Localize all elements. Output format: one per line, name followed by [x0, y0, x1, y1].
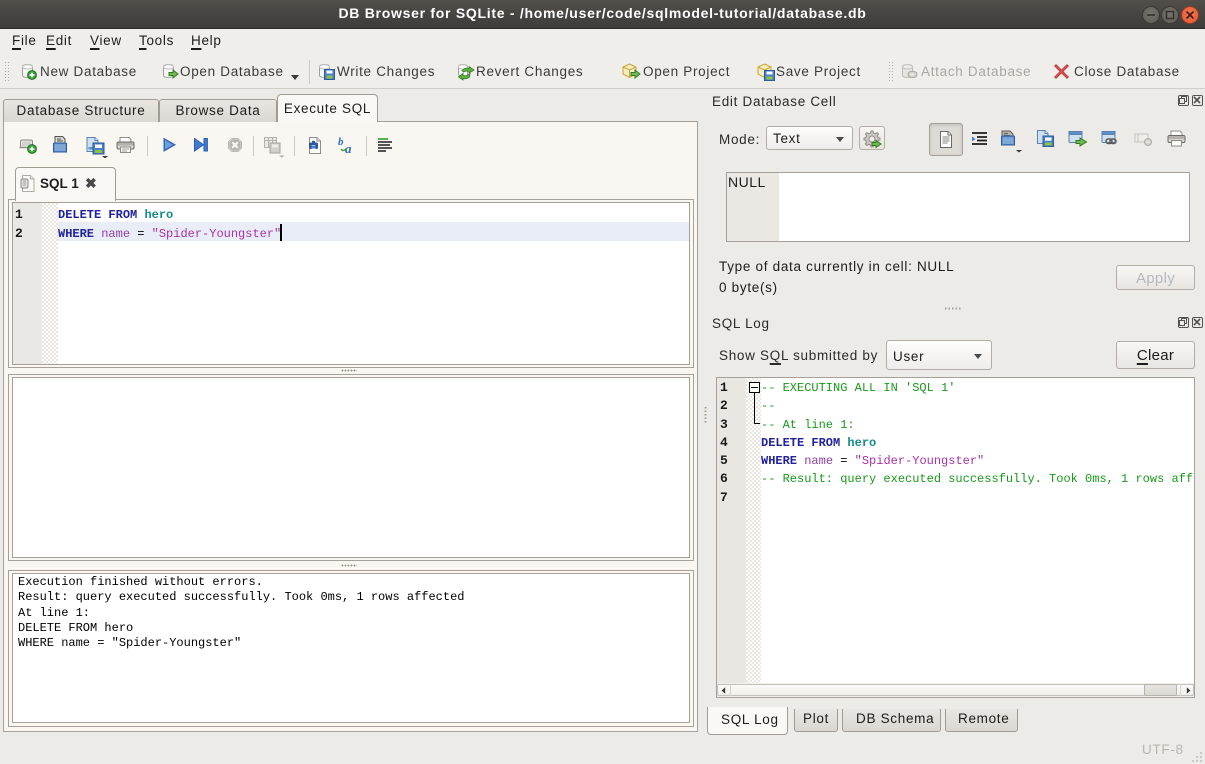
- svg-text:b: b: [338, 136, 344, 148]
